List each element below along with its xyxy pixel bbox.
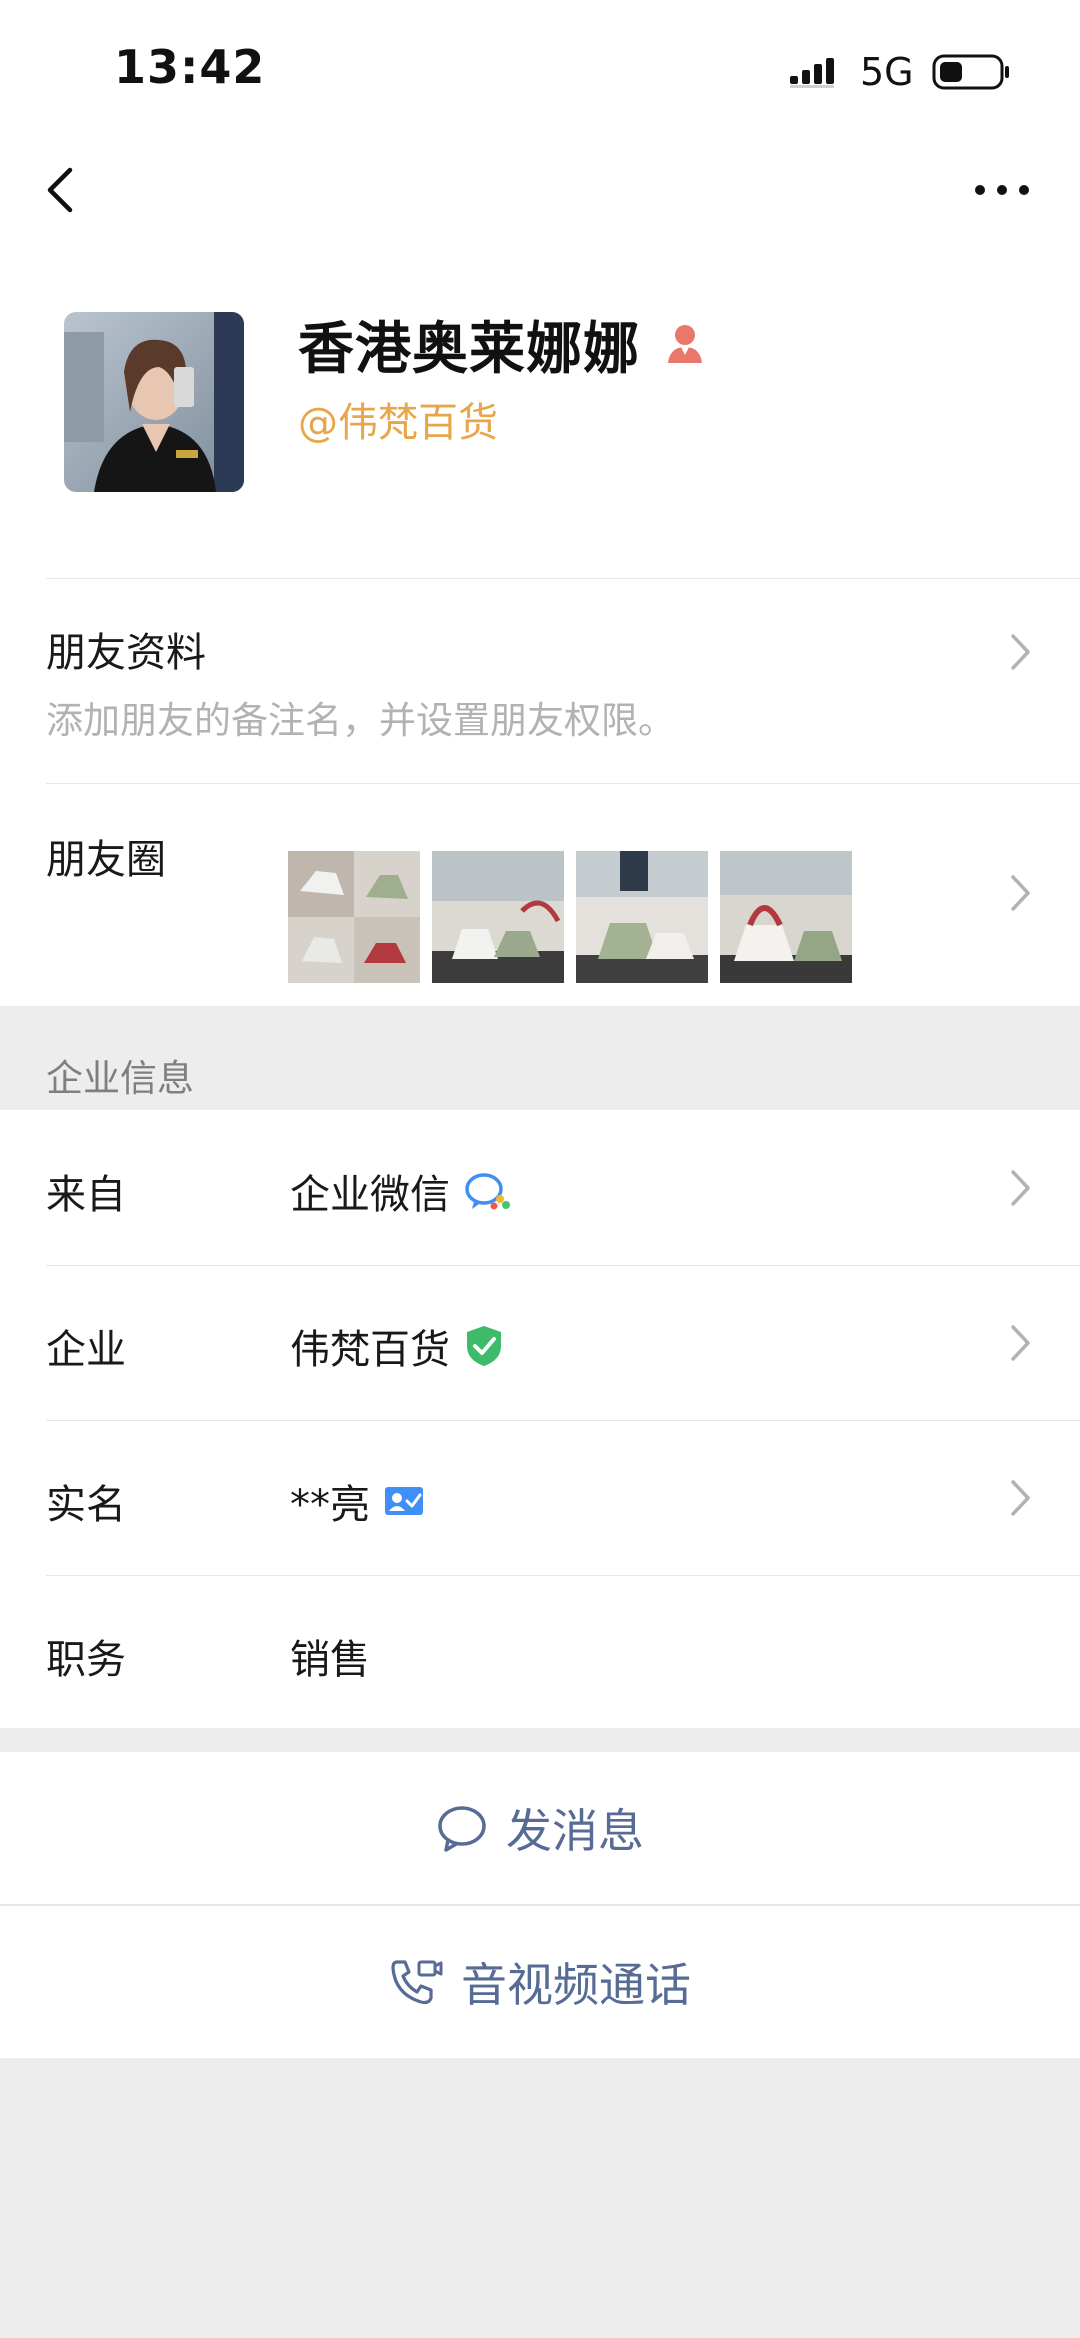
enterprise-header-label: 企业信息 [46, 1057, 194, 1100]
info-label: 职务 [46, 1637, 126, 1683]
info-value-text: 企业微信 [290, 1172, 450, 1218]
send-message-button[interactable]: 发消息 [0, 1752, 1080, 1904]
moment-thumbnail[interactable] [432, 851, 564, 983]
moment-thumbnail[interactable] [576, 851, 708, 983]
more-dots-icon[interactable] [970, 170, 1034, 210]
moment-thumbnail[interactable] [288, 851, 420, 983]
nickname-row: 香港奥莱娜娜 [298, 304, 710, 384]
status-bar: 13:42 5G [0, 0, 1080, 130]
friend-profile-row[interactable]: 朋友资料 添加朋友的备注名，并设置朋友权限。 [0, 578, 1080, 783]
nav-bar [0, 130, 1080, 260]
info-row-from[interactable]: 来自 企业微信 [0, 1110, 1080, 1265]
chat-bubble-icon [438, 1806, 486, 1852]
chevron-right-icon [1011, 1325, 1030, 1361]
chevron-left-icon[interactable] [40, 160, 80, 220]
enterprise-section: 来自 企业微信 企业 伟梵百货 实名 **亮 职务 销售 [0, 1110, 1080, 1728]
info-label: 实名 [46, 1482, 126, 1528]
wecom-icon [465, 1173, 510, 1210]
video-call-button[interactable]: 音视频通话 [0, 1906, 1080, 2058]
info-value-text: 伟梵百货 [290, 1327, 450, 1373]
moments-label: 朋友圈 [46, 837, 166, 883]
chevron-right-icon [1011, 1170, 1030, 1206]
friend-section: 朋友资料 添加朋友的备注名，并设置朋友权限。 朋友圈 [0, 578, 1080, 1006]
avatar[interactable] [64, 312, 244, 492]
info-label: 来自 [46, 1172, 126, 1218]
moments-row[interactable]: 朋友圈 [0, 783, 1080, 1006]
network-label: 5G [860, 50, 914, 94]
info-row-position: 职务 销售 [0, 1575, 1080, 1728]
enterprise-section-header: 企业信息 [0, 1006, 1080, 1110]
profile-header: 香港奥莱娜娜 @伟梵百货 [0, 260, 1080, 578]
battery-icon [932, 54, 1009, 90]
info-value: 伟梵百货 [290, 1317, 504, 1375]
status-time: 13:42 [114, 40, 266, 94]
info-value-text: **亮 [290, 1482, 370, 1528]
info-row-company[interactable]: 企业 伟梵百货 [0, 1265, 1080, 1420]
moment-thumbnail[interactable] [720, 851, 852, 983]
signal-strength-icon [790, 58, 834, 88]
phone-video-icon [391, 1960, 443, 2005]
info-value-text: 销售 [290, 1637, 370, 1683]
chevron-right-icon [1011, 634, 1030, 670]
info-label: 企业 [46, 1327, 126, 1373]
friend-profile-title: 朋友资料 [46, 630, 206, 676]
company-tag: @伟梵百货 [298, 400, 498, 446]
chevron-right-icon [1011, 1480, 1030, 1516]
nickname: 香港奥莱娜娜 [298, 316, 640, 382]
info-row-real-name[interactable]: 实名 **亮 [0, 1420, 1080, 1575]
info-value: 销售 [290, 1627, 370, 1685]
verified-shield-icon [467, 1326, 501, 1366]
info-value: **亮 [290, 1472, 424, 1530]
friend-profile-subtitle: 添加朋友的备注名，并设置朋友权限。 [46, 699, 675, 742]
chevron-right-icon [1011, 875, 1030, 911]
female-icon [668, 325, 702, 363]
video-call-label: 音视频通话 [461, 1958, 691, 2012]
send-message-label: 发消息 [506, 1804, 644, 1858]
real-name-card-icon [385, 1487, 423, 1515]
info-value: 企业微信 [290, 1162, 512, 1220]
